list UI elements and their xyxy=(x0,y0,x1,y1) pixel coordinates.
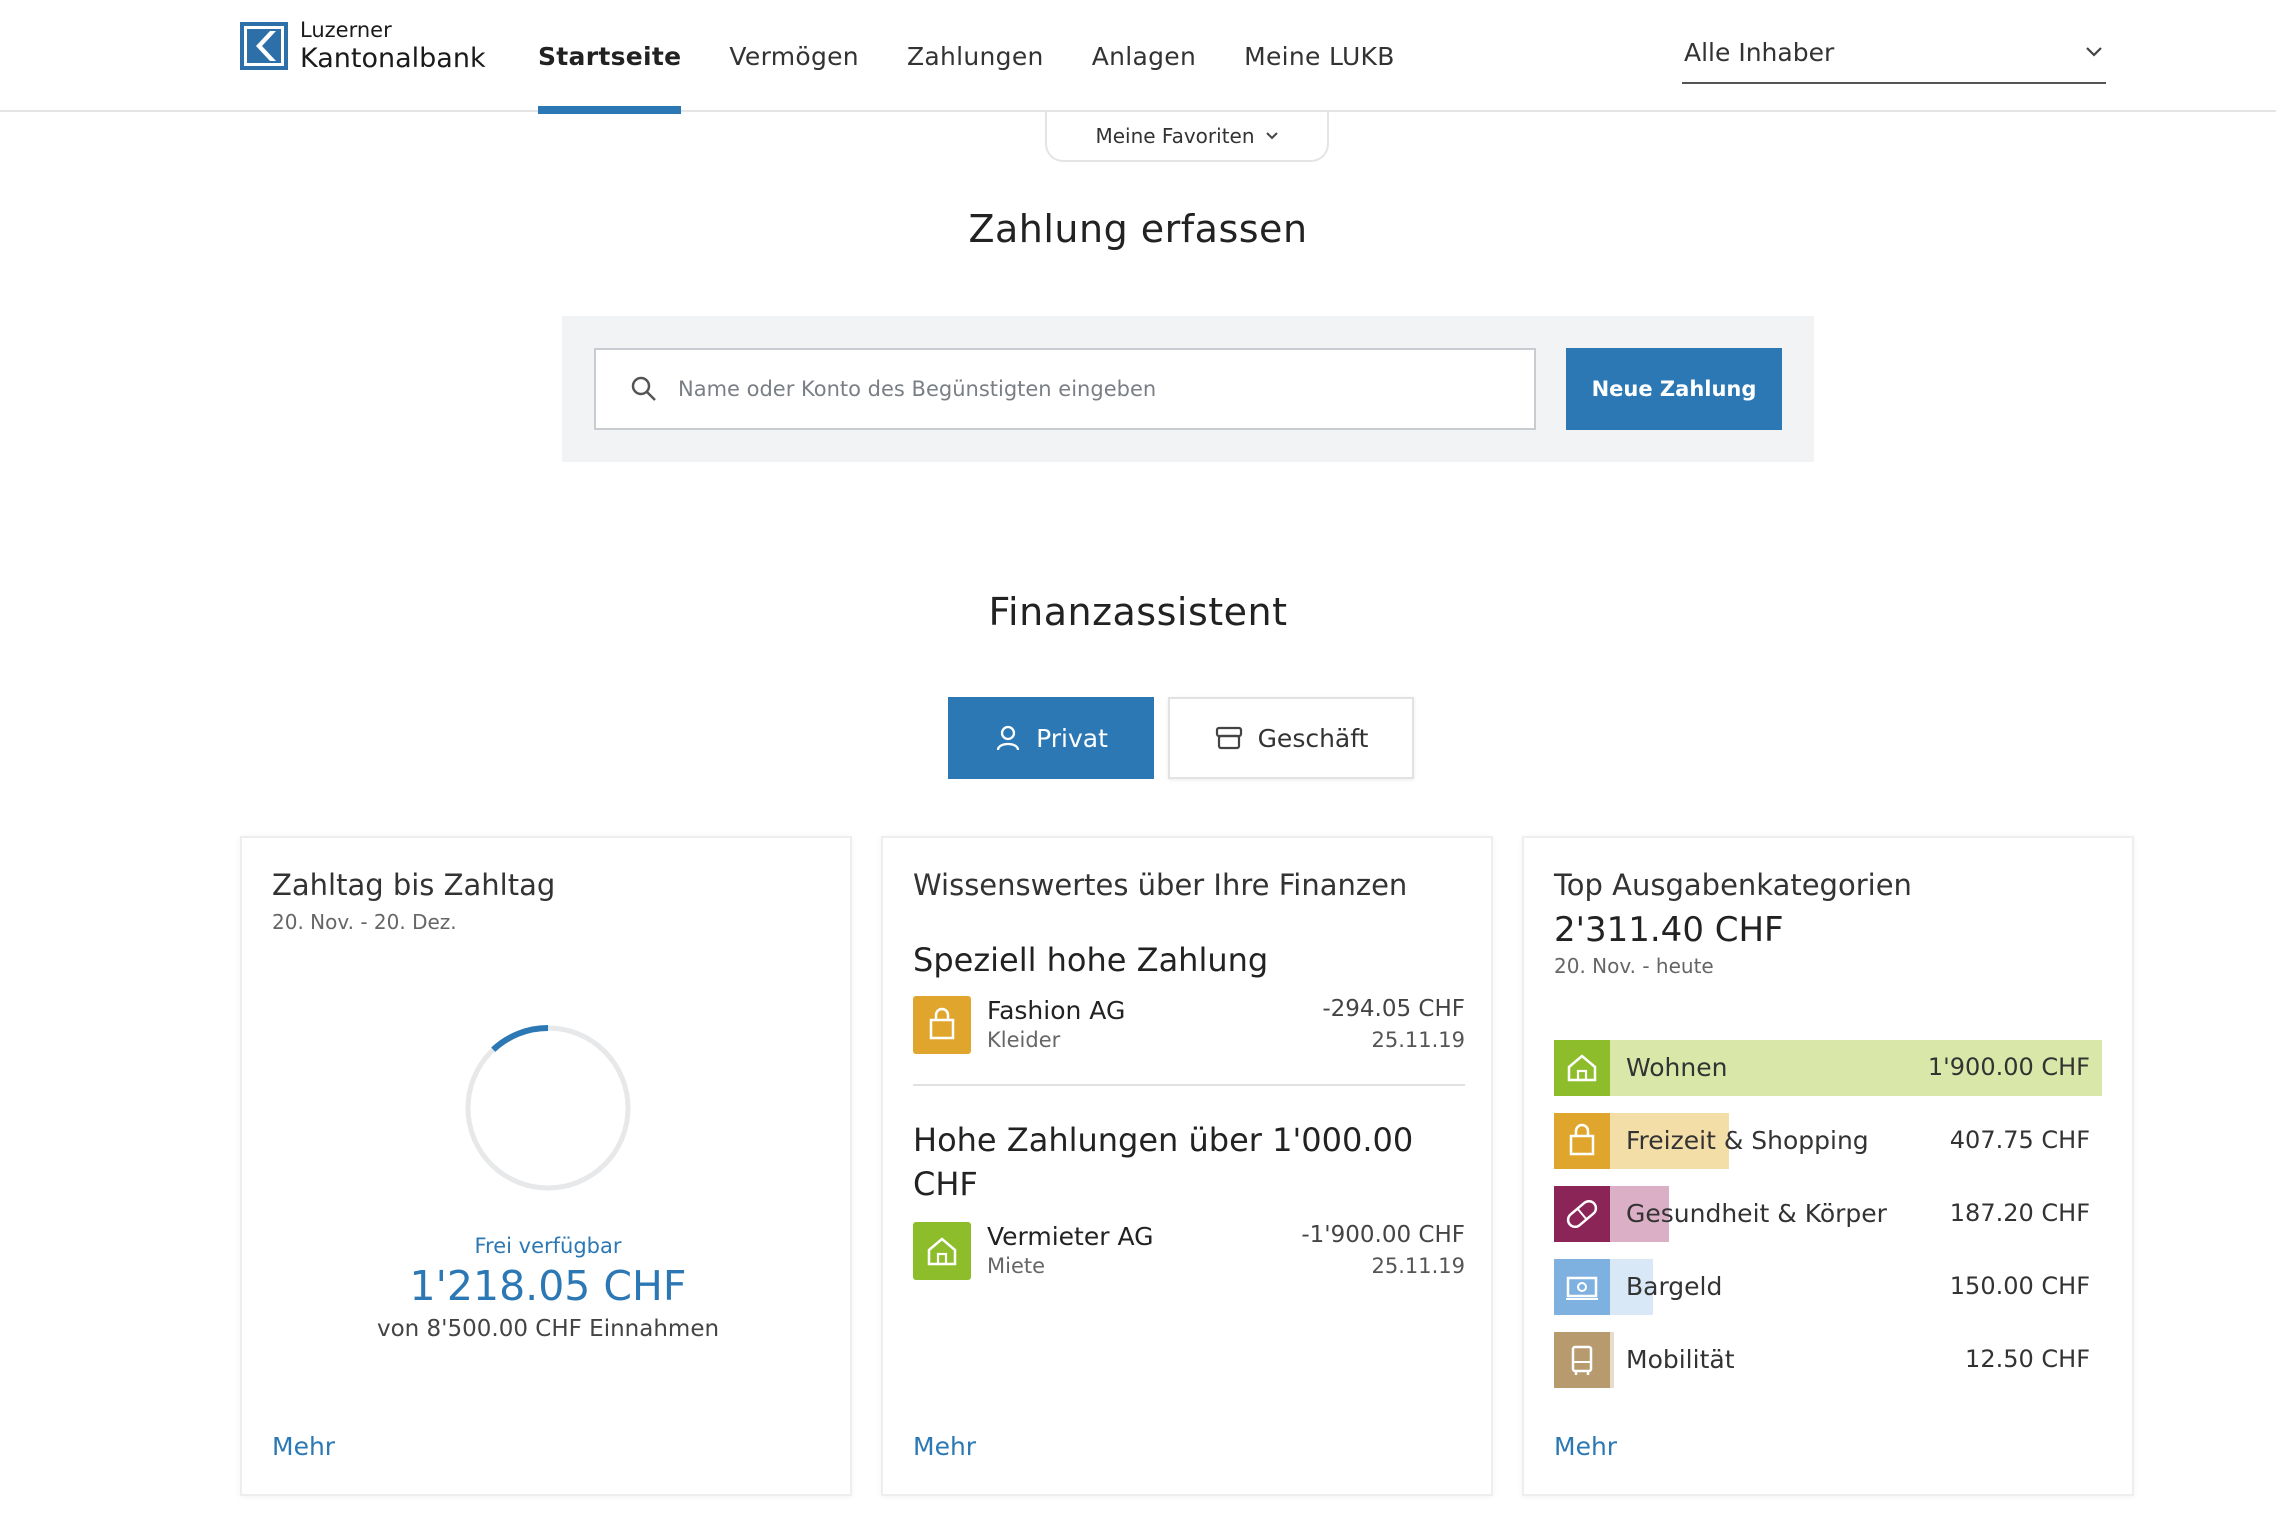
category-row-wohnen[interactable]: Wohnen 1'900.00 CHF xyxy=(1554,1040,2102,1096)
category-amount: 1'900.00 CHF xyxy=(1927,1053,2090,1081)
nav-vermoegen[interactable]: Vermögen xyxy=(729,0,859,112)
card-zahltag: Zahltag bis Zahltag 20. Nov. - 20. Dez. … xyxy=(240,836,852,1496)
card-wissenswertes: Wissenswertes über Ihre Finanzen Speziel… xyxy=(881,836,1493,1496)
transaction-name: Vermieter AG xyxy=(987,1222,1154,1251)
transaction-category: Kleider xyxy=(987,1028,1061,1052)
toggle-geschaeft[interactable]: Geschäft xyxy=(1168,697,1414,779)
more-link[interactable]: Mehr xyxy=(913,1432,976,1461)
transaction-date: 25.11.19 xyxy=(1371,1254,1465,1278)
lukb-logo-icon xyxy=(240,22,288,70)
transaction-row[interactable]: Fashion AG Kleider -294.05 CHF 25.11.19 xyxy=(913,996,1465,1056)
owner-select-value: Alle Inhaber xyxy=(1684,37,1835,67)
search-icon xyxy=(631,376,656,401)
toggle-privat[interactable]: Privat xyxy=(948,697,1154,779)
lukb-logo[interactable]: Luzerner Kantonalbank xyxy=(240,20,486,72)
transaction-amount: -1'900.00 CHF xyxy=(1301,1222,1465,1248)
budget-ring xyxy=(465,1025,631,1191)
category-label: Mobilität xyxy=(1626,1345,1735,1374)
main-nav: Startseite Vermögen Zahlungen Anlagen Me… xyxy=(538,0,1443,114)
transaction-category: Miete xyxy=(987,1254,1046,1278)
category-row-freizeit[interactable]: Freizeit & Shopping 407.75 CHF xyxy=(1554,1113,2102,1169)
transaction-row[interactable]: Vermieter AG Miete -1'900.00 CHF 25.11.1… xyxy=(913,1222,1465,1282)
chevron-down-icon xyxy=(2086,47,2102,57)
house-icon xyxy=(913,1222,971,1280)
more-link[interactable]: Mehr xyxy=(1554,1432,1617,1461)
section-high-payment: Speziell hohe Zahlung xyxy=(913,941,1269,979)
person-icon xyxy=(996,725,1020,751)
category-label: Freizeit & Shopping xyxy=(1626,1126,1869,1155)
card-title: Zahltag bis Zahltag xyxy=(272,868,556,902)
toggle-geschaeft-label: Geschäft xyxy=(1257,723,1369,753)
toggle-privat-label: Privat xyxy=(1036,723,1108,753)
nav-meine-lukb[interactable]: Meine LUKB xyxy=(1244,0,1395,112)
shopping-bag-icon xyxy=(1554,1113,1610,1169)
divider xyxy=(913,1084,1465,1086)
nav-startseite[interactable]: Startseite xyxy=(538,0,682,114)
payment-title: Zahlung erfassen xyxy=(968,207,1308,251)
banknote-icon xyxy=(1554,1259,1610,1315)
bus-icon xyxy=(1554,1332,1610,1388)
card-period: 20. Nov. - heute xyxy=(1554,954,1714,978)
total-spending: 2'311.40 CHF xyxy=(1554,910,1784,950)
favorites-dropdown[interactable]: Meine Favoriten xyxy=(1045,112,1329,162)
category-row-bargeld[interactable]: Bargeld 150.00 CHF xyxy=(1554,1259,2102,1315)
new-payment-button[interactable]: Neue Zahlung xyxy=(1566,348,1782,430)
transaction-date: 25.11.19 xyxy=(1371,1028,1465,1052)
bandage-icon xyxy=(1554,1186,1610,1242)
favorites-label: Meine Favoriten xyxy=(1095,124,1255,148)
income-total: von 8'500.00 CHF Einnahmen xyxy=(376,1316,720,1342)
logo-line2: Kantonalbank xyxy=(300,43,486,74)
free-available-amount: 1'218.05 CHF xyxy=(409,1262,687,1310)
nav-anlagen[interactable]: Anlagen xyxy=(1092,0,1196,112)
card-title: Top Ausgabenkategorien xyxy=(1554,868,1912,902)
category-row-mobilitaet[interactable]: Mobilität 12.50 CHF xyxy=(1554,1332,2102,1388)
transaction-name: Fashion AG xyxy=(987,996,1126,1025)
owner-select[interactable]: Alle Inhaber xyxy=(1682,22,2106,84)
beneficiary-search-input[interactable] xyxy=(678,377,1498,401)
card-period: 20. Nov. - 20. Dez. xyxy=(272,910,457,934)
shopping-bag-icon xyxy=(913,996,971,1054)
card-top-categories: Top Ausgabenkategorien 2'311.40 CHF 20. … xyxy=(1522,836,2134,1496)
category-amount: 12.50 CHF xyxy=(1965,1345,2090,1373)
beneficiary-search[interactable] xyxy=(594,348,1536,430)
category-amount: 407.75 CHF xyxy=(1949,1126,2090,1154)
category-label: Wohnen xyxy=(1626,1053,1728,1082)
assistant-title: Finanzassistent xyxy=(988,590,1288,634)
payment-panel: Neue Zahlung xyxy=(562,316,1814,462)
top-header: Luzerner Kantonalbank Startseite Vermöge… xyxy=(0,0,2276,114)
house-icon xyxy=(1554,1040,1610,1096)
store-icon xyxy=(1215,726,1242,750)
category-label: Bargeld xyxy=(1626,1272,1723,1301)
section-large-payments: Hohe Zahlungen über 1'000.00 CHF xyxy=(913,1121,1414,1203)
nav-zahlungen[interactable]: Zahlungen xyxy=(907,0,1044,112)
chevron-down-icon xyxy=(1265,132,1278,140)
category-label: Gesundheit & Körper xyxy=(1626,1199,1887,1228)
transaction-amount: -294.05 CHF xyxy=(1322,996,1465,1022)
free-available-label: Frei verfügbar xyxy=(474,1234,622,1258)
logo-line1: Luzerner xyxy=(300,18,392,42)
more-link[interactable]: Mehr xyxy=(272,1432,335,1461)
category-amount: 150.00 CHF xyxy=(1949,1272,2090,1300)
card-title: Wissenswertes über Ihre Finanzen xyxy=(913,868,1408,902)
category-amount: 187.20 CHF xyxy=(1949,1199,2090,1227)
category-row-gesundheit[interactable]: Gesundheit & Körper 187.20 CHF xyxy=(1554,1186,2102,1242)
